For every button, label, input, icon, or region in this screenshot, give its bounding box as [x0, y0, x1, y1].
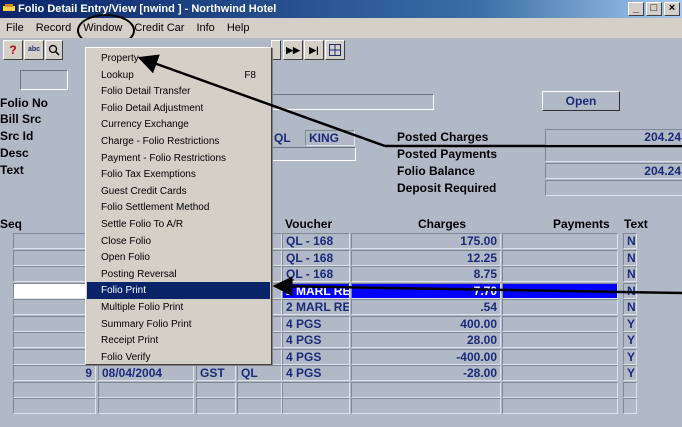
arrow-to-folio-print — [272, 276, 682, 297]
arrow-to-property — [137, 54, 386, 148]
annotation-arrows — [137, 54, 682, 297]
